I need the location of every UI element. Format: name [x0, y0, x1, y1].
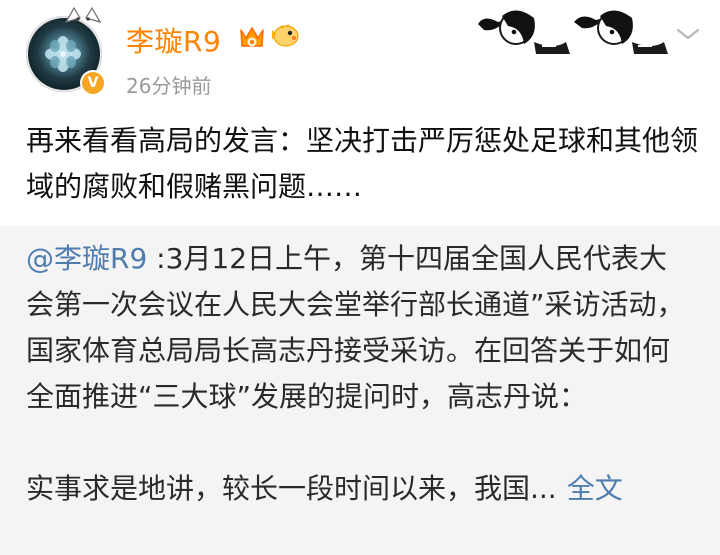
username[interactable]: 李璇R9: [126, 20, 221, 60]
post-header: V 李璇R9 26分钟前: [0, 0, 720, 112]
repost-text: @李璇R9 :3月12日上午，第十四届全国人民代表大会第一次会议在人民大会堂举行…: [26, 236, 694, 512]
post-time: 26分钟前: [126, 74, 212, 98]
verified-badge-letter: V: [82, 72, 104, 94]
repost-mention-link[interactable]: @李璇R9: [26, 242, 147, 275]
pufferfish-emoji-icon: [272, 24, 299, 47]
full-text-link[interactable]: 全文: [567, 472, 623, 505]
post-text: 再来看看高局的发言：坚决打击严厉惩处足球和其他领域的腐败和假赌黑问题……: [26, 124, 699, 203]
chevron-down-icon[interactable]: [674, 24, 702, 44]
verified-badge-icon: V: [80, 70, 106, 96]
flower-avatar-image: [45, 36, 81, 72]
repost-last-line: 实事求是地讲，较长一段时间以来，我国...: [26, 472, 557, 505]
repost-card[interactable]: @李璇R9 :3月12日上午，第十四届全国人民代表大会第一次会议在人民大会堂举行…: [0, 226, 720, 555]
vip-crown-icon[interactable]: [236, 22, 268, 52]
anime-girls-decoration: [478, 10, 668, 54]
avatar-container[interactable]: V: [26, 6, 106, 96]
cat-ears-decoration-icon: [64, 6, 102, 23]
